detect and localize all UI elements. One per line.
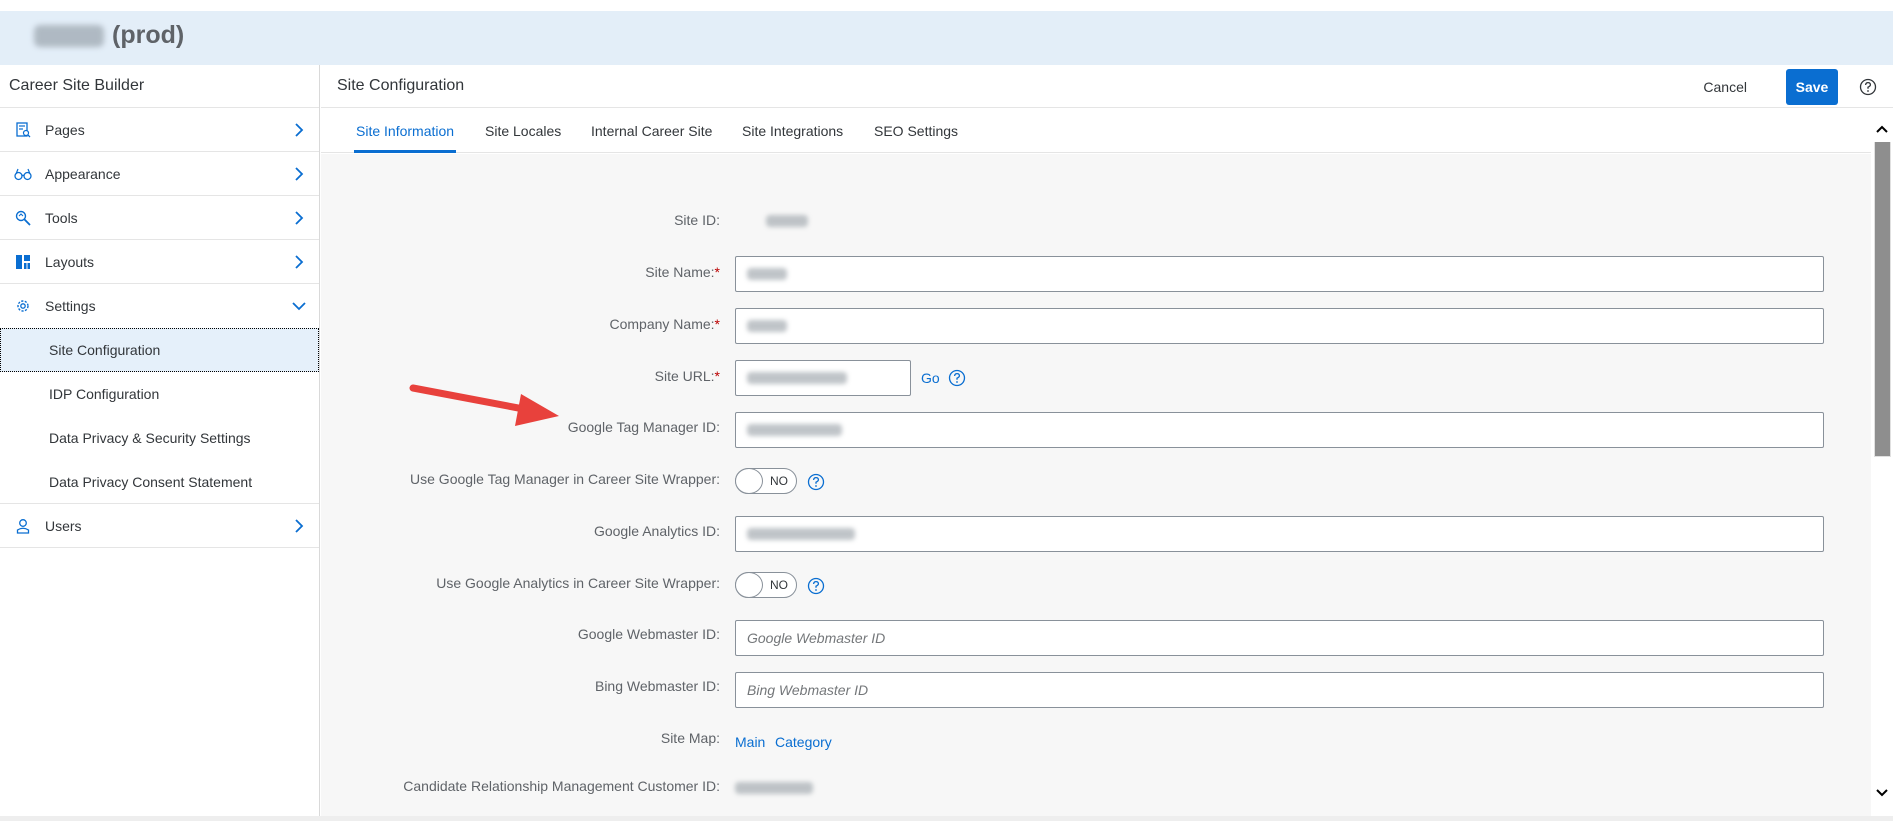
annotation-arrow-icon	[409, 384, 559, 426]
redacted-company-name	[34, 24, 104, 47]
help-icon[interactable]	[1859, 78, 1877, 96]
use-gtm-wrapper-toggle[interactable]: NO	[735, 468, 797, 494]
save-button[interactable]: Save	[1786, 69, 1838, 105]
required-mark: *	[714, 264, 720, 280]
use-gtm-wrapper-label: Use Google Tag Manager in Career Site Wr…	[410, 471, 720, 487]
tab-site-integrations[interactable]: Site Integrations	[742, 109, 843, 153]
bing-webmaster-label: Bing Webmaster ID:	[594, 678, 720, 694]
sidebar-item-label: Tools	[45, 209, 78, 226]
required-mark: *	[714, 368, 720, 384]
tab-site-locales[interactable]: Site Locales	[485, 109, 561, 153]
site-url-input[interactable]	[735, 360, 911, 396]
tab-bar: Site Information Site Locales Internal C…	[321, 109, 1871, 153]
sidebar-item-pages[interactable]: Pages	[0, 108, 319, 152]
site-id-label: Site ID:	[674, 212, 720, 228]
app-title: (prod)	[34, 21, 184, 50]
chevron-right-icon	[295, 519, 304, 533]
toggle-state: NO	[770, 578, 788, 592]
sidebar-item-layouts[interactable]: Layouts	[0, 240, 319, 284]
google-tag-manager-label: Google Tag Manager ID:	[567, 419, 720, 435]
company-name-label: Company Name:*	[609, 316, 721, 332]
app-title-suffix: (prod)	[112, 21, 185, 49]
sidebar-item-users[interactable]: Users	[0, 504, 319, 548]
ga-value-redacted	[747, 528, 855, 540]
pages-icon	[14, 121, 32, 139]
scrollbar-thumb[interactable]	[1875, 142, 1890, 456]
crm-value-redacted	[735, 782, 813, 794]
required-mark: *	[714, 316, 720, 332]
chevron-right-icon	[295, 167, 304, 181]
page-header: Site Configuration Cancel Save	[321, 65, 1893, 108]
sidebar-subitem-site-configuration[interactable]: Site Configuration	[0, 328, 319, 372]
google-analytics-input[interactable]	[735, 516, 1824, 552]
sidebar-item-label: Appearance	[45, 165, 121, 182]
toggle-state: NO	[770, 474, 788, 488]
scroll-down-icon[interactable]	[1874, 786, 1890, 800]
shell-bar	[0, 11, 1893, 65]
glasses-icon	[14, 165, 32, 183]
sidebar-item-label: Users	[45, 517, 82, 534]
crm-customer-id-label: Candidate Relationship Management Custom…	[403, 778, 720, 794]
chevron-right-icon	[295, 123, 304, 137]
site-map-main-link[interactable]: Main	[735, 734, 765, 750]
site-url-value-redacted	[747, 372, 847, 384]
tools-icon	[14, 209, 32, 227]
sidebar-subitem-data-privacy-consent[interactable]: Data Privacy Consent Statement	[0, 460, 319, 504]
site-id-value-redacted	[766, 215, 808, 227]
site-map-category-link[interactable]: Category	[775, 734, 832, 750]
toggle-knob	[735, 572, 763, 598]
sidebar-item-appearance[interactable]: Appearance	[0, 152, 319, 196]
site-url-label: Site URL:*	[654, 368, 720, 384]
help-icon[interactable]	[948, 369, 966, 387]
sidebar-item-label: Layouts	[45, 253, 95, 270]
sidebar-title: Career Site Builder	[0, 65, 319, 108]
gear-icon	[14, 297, 32, 315]
gtm-value-redacted	[747, 424, 842, 436]
company-name-input[interactable]	[735, 308, 1824, 344]
google-analytics-label: Google Analytics ID:	[593, 523, 720, 539]
sidebar-item-tools[interactable]: Tools	[0, 196, 319, 240]
scroll-up-icon[interactable]	[1874, 122, 1890, 136]
toggle-knob	[735, 468, 763, 494]
google-webmaster-label: Google Webmaster ID:	[577, 626, 720, 642]
cancel-button[interactable]: Cancel	[1693, 72, 1757, 102]
layouts-icon	[14, 253, 32, 271]
site-name-value-redacted	[747, 268, 787, 280]
help-icon[interactable]	[807, 577, 825, 595]
google-webmaster-input[interactable]: Google Webmaster ID	[735, 620, 1824, 656]
tab-seo-settings[interactable]: SEO Settings	[874, 109, 958, 153]
bing-webmaster-input[interactable]: Bing Webmaster ID	[735, 672, 1824, 708]
bottom-edge	[0, 816, 1893, 821]
tab-internal-career-site[interactable]: Internal Career Site	[591, 109, 712, 153]
sidebar-subitem-data-privacy-security[interactable]: Data Privacy & Security Settings	[0, 416, 319, 460]
sidebar-item-settings[interactable]: Settings	[0, 284, 319, 328]
tab-site-information[interactable]: Site Information	[353, 109, 457, 153]
site-name-input[interactable]	[735, 256, 1824, 292]
sidebar-subitem-idp-configuration[interactable]: IDP Configuration	[0, 372, 319, 416]
site-information-form: Site ID: Site Name:* Company Name:* Site…	[321, 154, 1871, 816]
go-link[interactable]: Go	[921, 370, 940, 386]
use-ga-wrapper-label: Use Google Analytics in Career Site Wrap…	[436, 575, 720, 591]
company-name-value-redacted	[747, 320, 787, 332]
help-icon[interactable]	[807, 473, 825, 491]
use-ga-wrapper-toggle[interactable]: NO	[735, 572, 797, 598]
chevron-down-icon	[292, 302, 306, 311]
user-icon	[14, 517, 32, 535]
sidebar-item-label: Settings	[45, 298, 96, 314]
chevron-right-icon	[295, 255, 304, 269]
page-title: Site Configuration	[337, 77, 465, 94]
site-map-label: Site Map:	[660, 730, 720, 746]
sidebar: Career Site Builder Pages Appearance Too…	[0, 65, 320, 816]
google-tag-manager-input[interactable]	[735, 412, 1824, 448]
sidebar-item-label: Pages	[45, 121, 85, 138]
chevron-right-icon	[295, 211, 304, 225]
site-name-label: Site Name:*	[645, 264, 720, 280]
